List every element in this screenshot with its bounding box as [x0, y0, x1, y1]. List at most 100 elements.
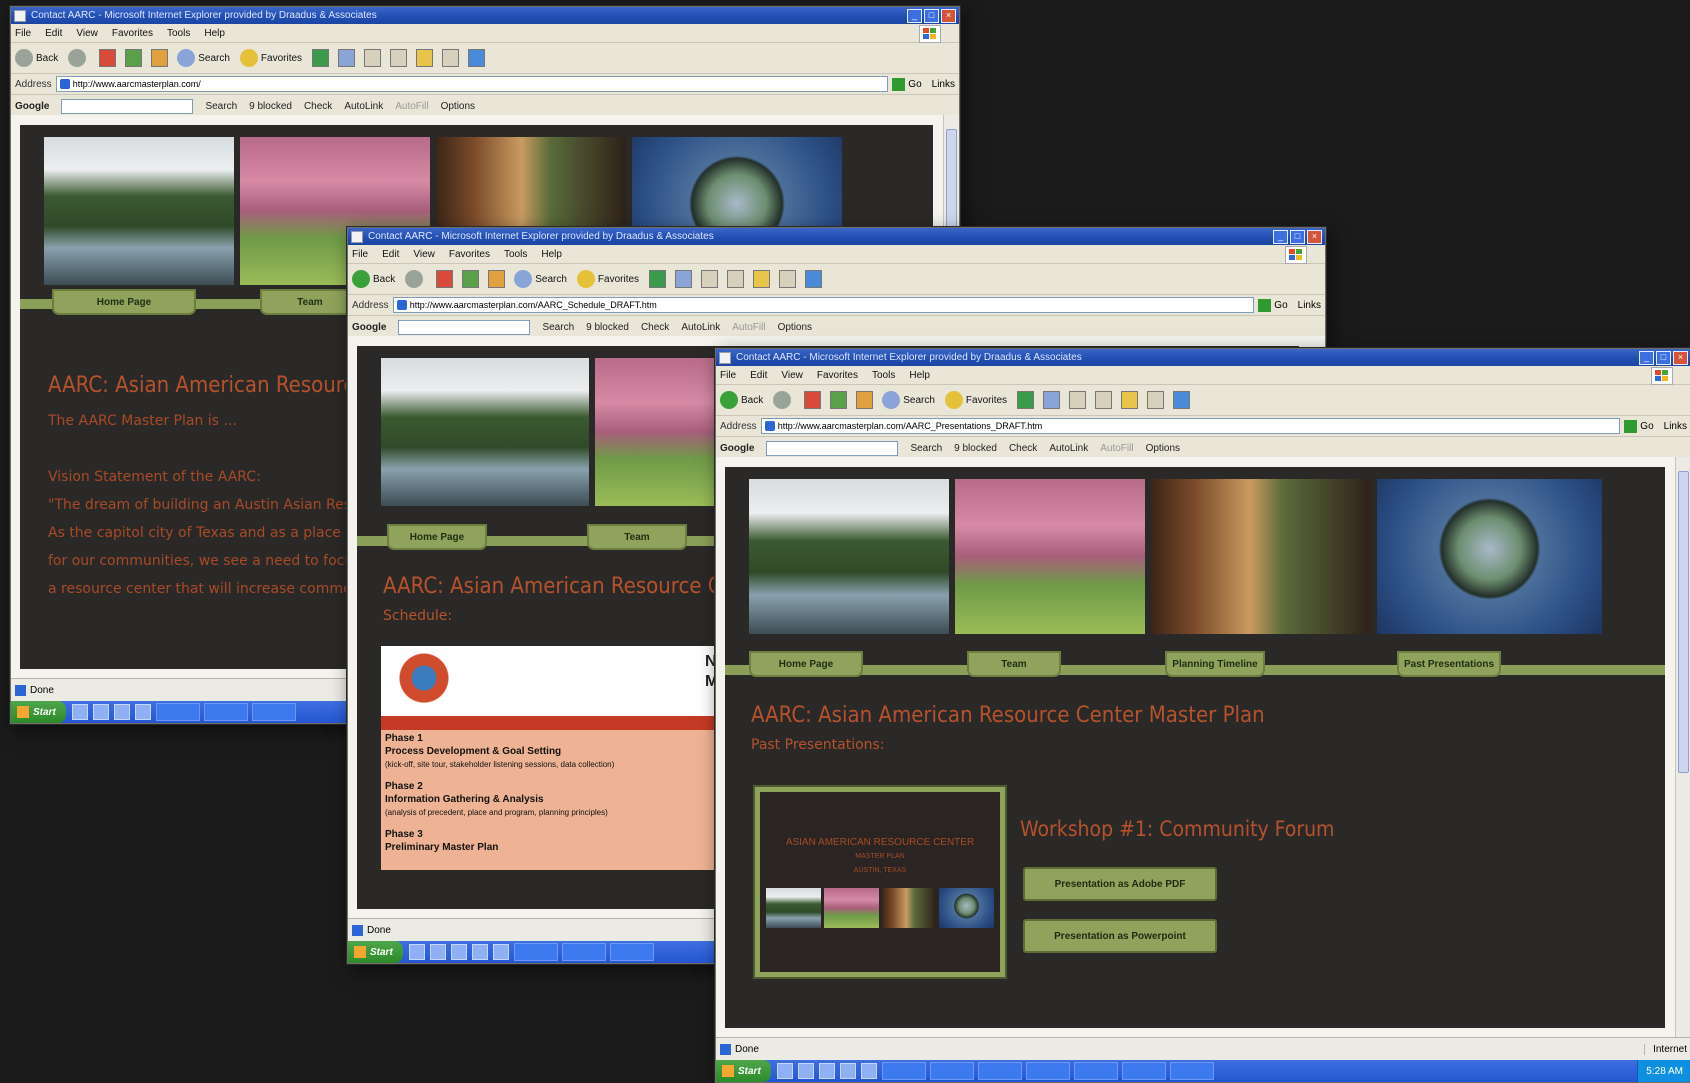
- mail-icon[interactable]: [1043, 391, 1061, 409]
- research-icon[interactable]: [779, 270, 797, 288]
- research-icon[interactable]: [1147, 391, 1165, 409]
- edit-icon[interactable]: [390, 49, 408, 67]
- links-button[interactable]: Links: [1298, 300, 1321, 311]
- go-button[interactable]: Go: [1624, 419, 1654, 433]
- maximize-button[interactable]: □: [924, 8, 939, 23]
- forward-button[interactable]: [68, 49, 89, 67]
- favorites-button[interactable]: Favorites: [944, 391, 1007, 409]
- quick-launch-icon[interactable]: [797, 1063, 814, 1079]
- research-icon[interactable]: [442, 49, 460, 67]
- folder-icon[interactable]: [1121, 391, 1139, 409]
- refresh-icon[interactable]: [830, 391, 848, 409]
- media-icon[interactable]: [649, 270, 667, 288]
- search-button[interactable]: Search: [514, 270, 567, 288]
- title-bar[interactable]: Contact AARC - Microsoft Internet Explor…: [348, 228, 1325, 245]
- autolink-button[interactable]: AutoLink: [344, 101, 383, 112]
- stop-icon[interactable]: [99, 49, 117, 67]
- autofill-button[interactable]: AutoFill: [395, 101, 428, 112]
- folder-icon[interactable]: [416, 49, 434, 67]
- google-search-button[interactable]: Search: [910, 443, 942, 454]
- menu-favorites[interactable]: Favorites: [817, 370, 858, 381]
- home-icon[interactable]: [856, 391, 874, 409]
- media-icon[interactable]: [1017, 391, 1035, 409]
- spell-check-button[interactable]: Check: [304, 101, 332, 112]
- presentation-thumbnail[interactable]: ASIAN AMERICAN RESOURCE CENTER MASTER PL…: [753, 785, 1007, 979]
- forward-button[interactable]: [405, 270, 426, 288]
- edit-icon[interactable]: [727, 270, 745, 288]
- scroll-thumb[interactable]: [1678, 471, 1689, 773]
- options-button[interactable]: Options: [1146, 443, 1180, 454]
- taskbar-item[interactable]: [929, 1062, 974, 1080]
- search-button[interactable]: Search: [882, 391, 935, 409]
- messenger-icon[interactable]: [468, 49, 486, 67]
- edit-icon[interactable]: [1095, 391, 1113, 409]
- tab-home-page[interactable]: Home Page: [52, 289, 196, 315]
- folder-icon[interactable]: [753, 270, 771, 288]
- google-logo[interactable]: Google: [720, 443, 754, 454]
- autolink-button[interactable]: AutoLink: [681, 322, 720, 333]
- menu-edit[interactable]: Edit: [382, 249, 399, 260]
- autofill-button[interactable]: AutoFill: [1100, 443, 1133, 454]
- taskbar-item[interactable]: [977, 1062, 1022, 1080]
- links-button[interactable]: Links: [1664, 421, 1687, 432]
- quick-launch-icon[interactable]: [818, 1063, 835, 1079]
- mail-icon[interactable]: [675, 270, 693, 288]
- taskbar-item[interactable]: [1121, 1062, 1166, 1080]
- menu-view[interactable]: View: [76, 28, 98, 39]
- title-bar[interactable]: Contact AARC - Microsoft Internet Explor…: [716, 349, 1690, 366]
- menu-favorites[interactable]: Favorites: [112, 28, 153, 39]
- autofill-button[interactable]: AutoFill: [732, 322, 765, 333]
- menu-favorites[interactable]: Favorites: [449, 249, 490, 260]
- taskbar-item[interactable]: [251, 703, 296, 721]
- menu-tools[interactable]: Tools: [504, 249, 527, 260]
- quick-launch-icon[interactable]: [471, 944, 488, 960]
- quick-launch-icon[interactable]: [113, 704, 130, 720]
- tab-past-presentations[interactable]: Past Presentations: [1397, 651, 1501, 677]
- close-button[interactable]: ×: [941, 8, 956, 23]
- google-search-button[interactable]: Search: [542, 322, 574, 333]
- google-logo[interactable]: Google: [352, 322, 386, 333]
- google-logo[interactable]: Google: [15, 101, 49, 112]
- stop-icon[interactable]: [436, 270, 454, 288]
- google-search-button[interactable]: Search: [205, 101, 237, 112]
- browser-window-presentations[interactable]: Contact AARC - Microsoft Internet Explor…: [715, 348, 1690, 1083]
- refresh-icon[interactable]: [462, 270, 480, 288]
- taskbar-item[interactable]: [609, 943, 654, 961]
- minimize-button[interactable]: _: [1639, 350, 1654, 365]
- close-button[interactable]: ×: [1673, 350, 1688, 365]
- taskbar-item[interactable]: [561, 943, 606, 961]
- mail-icon[interactable]: [338, 49, 356, 67]
- minimize-button[interactable]: _: [1273, 229, 1288, 244]
- tab-team[interactable]: Team: [967, 651, 1061, 677]
- quick-launch-icon[interactable]: [492, 944, 509, 960]
- taskbar-item[interactable]: [881, 1062, 926, 1080]
- maximize-button[interactable]: □: [1656, 350, 1671, 365]
- title-bar[interactable]: Contact AARC - Microsoft Internet Explor…: [11, 7, 959, 24]
- taskbar-item[interactable]: [203, 703, 248, 721]
- messenger-icon[interactable]: [805, 270, 823, 288]
- print-icon[interactable]: [701, 270, 719, 288]
- autolink-button[interactable]: AutoLink: [1049, 443, 1088, 454]
- close-button[interactable]: ×: [1307, 229, 1322, 244]
- messenger-icon[interactable]: [1173, 391, 1191, 409]
- back-button[interactable]: Back: [352, 270, 395, 288]
- google-search-input[interactable]: [766, 440, 899, 456]
- tab-home-page[interactable]: Home Page: [749, 651, 863, 677]
- menu-tools[interactable]: Tools: [167, 28, 190, 39]
- pdf-presentation-button[interactable]: Presentation as Adobe PDF: [1023, 867, 1217, 901]
- tab-planning-timeline[interactable]: Planning Timeline: [1165, 651, 1265, 677]
- quick-launch-icon[interactable]: [860, 1063, 877, 1079]
- refresh-icon[interactable]: [125, 49, 143, 67]
- back-button[interactable]: Back: [720, 391, 763, 409]
- minimize-button[interactable]: _: [907, 8, 922, 23]
- menu-file[interactable]: File: [352, 249, 368, 260]
- address-input[interactable]: http://www.aarcmasterplan.com/AARC_Prese…: [760, 418, 1621, 434]
- tab-team[interactable]: Team: [587, 524, 687, 550]
- home-icon[interactable]: [488, 270, 506, 288]
- popup-blocked-button[interactable]: 9 blocked: [954, 443, 997, 454]
- tab-home-page[interactable]: Home Page: [387, 524, 487, 550]
- options-button[interactable]: Options: [441, 101, 475, 112]
- start-button[interactable]: Start: [716, 1060, 771, 1082]
- stop-icon[interactable]: [804, 391, 822, 409]
- home-icon[interactable]: [151, 49, 169, 67]
